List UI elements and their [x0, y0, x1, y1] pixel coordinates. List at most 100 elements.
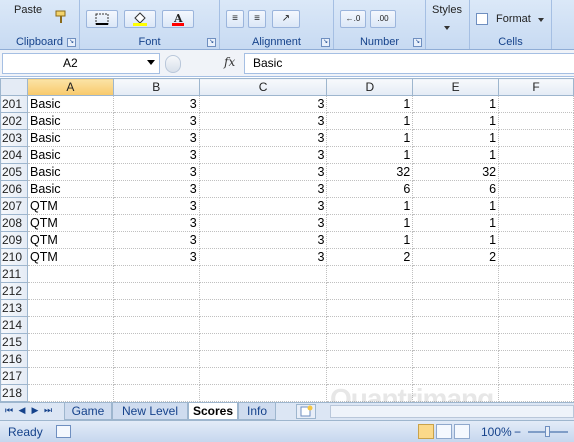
styles-button[interactable]: Styles — [432, 4, 462, 16]
cell-b[interactable]: 3 — [113, 112, 200, 130]
cell-e[interactable]: 1 — [412, 214, 500, 232]
last-sheet-icon[interactable]: ⏭ — [42, 405, 54, 416]
cell-e[interactable] — [412, 350, 500, 368]
cell-a[interactable] — [27, 384, 114, 402]
cell-c[interactable] — [199, 299, 328, 317]
cell-b[interactable]: 3 — [113, 214, 200, 232]
format-painter-icon[interactable] — [54, 10, 68, 24]
column-header-e[interactable]: E — [412, 78, 500, 96]
cell-d[interactable] — [326, 299, 414, 317]
formula-input[interactable]: Basic — [244, 53, 574, 74]
cell-e[interactable]: 1 — [412, 231, 500, 249]
cell-f[interactable] — [498, 146, 574, 164]
cell-f[interactable] — [498, 112, 574, 130]
cell-b[interactable] — [113, 367, 200, 385]
sheet-tab-new-level[interactable]: New Level — [112, 403, 188, 420]
format-button[interactable]: Format — [496, 13, 531, 25]
cell-a[interactable]: Basic — [27, 146, 114, 164]
cell-d[interactable]: 1 — [326, 112, 414, 130]
cell-f[interactable] — [498, 180, 574, 198]
row-header[interactable]: 216 — [0, 350, 28, 368]
cell-c[interactable] — [199, 350, 328, 368]
cell-e[interactable]: 1 — [412, 112, 500, 130]
cell-a[interactable]: Basic — [27, 95, 114, 113]
cell-f[interactable] — [498, 197, 574, 215]
increase-decimal-button[interactable]: ←.0 — [340, 10, 366, 28]
row-header[interactable]: 217 — [0, 367, 28, 385]
column-header-a[interactable]: A — [26, 78, 114, 96]
column-header-b[interactable]: B — [112, 78, 200, 96]
column-header-c[interactable]: C — [198, 78, 328, 96]
prev-sheet-icon[interactable]: ◀ — [16, 405, 28, 416]
cell-f[interactable] — [498, 367, 574, 385]
cell-a[interactable] — [27, 333, 114, 351]
cell-c[interactable]: 3 — [199, 146, 328, 164]
cell-e[interactable]: 1 — [412, 197, 500, 215]
cell-a[interactable]: QTM — [27, 231, 114, 249]
cell-c[interactable]: 3 — [199, 180, 328, 198]
formula-bar-resize-handle[interactable] — [165, 55, 181, 73]
cell-b[interactable]: 3 — [113, 248, 200, 266]
sheet-tab-scores[interactable]: Scores — [188, 403, 238, 420]
clipboard-launcher-icon[interactable]: ↘ — [67, 38, 76, 47]
cell-e[interactable]: 32 — [412, 163, 500, 181]
select-all-button[interactable] — [0, 78, 28, 96]
cell-f[interactable] — [498, 214, 574, 232]
cell-d[interactable] — [326, 333, 414, 351]
sheet-tab-info[interactable]: Info — [238, 403, 276, 420]
cell-b[interactable]: 3 — [113, 197, 200, 215]
decrease-decimal-button[interactable]: .00 — [370, 10, 396, 28]
alignment-launcher-icon[interactable]: ↘ — [321, 38, 330, 47]
cell-e[interactable]: 2 — [412, 248, 500, 266]
cell-a[interactable] — [27, 350, 114, 368]
cell-d[interactable]: 1 — [326, 231, 414, 249]
zoom-slider-thumb[interactable] — [545, 426, 550, 437]
cell-c[interactable] — [199, 333, 328, 351]
cell-f[interactable] — [498, 316, 574, 334]
cell-a[interactable]: QTM — [27, 248, 114, 266]
row-header[interactable]: 207 — [0, 197, 28, 215]
cell-f[interactable] — [498, 265, 574, 283]
styles-dropdown-icon[interactable] — [444, 26, 450, 30]
cell-b[interactable] — [113, 282, 200, 300]
cell-f[interactable] — [498, 333, 574, 351]
cell-a[interactable] — [27, 367, 114, 385]
fill-color-button[interactable] — [124, 10, 156, 28]
number-launcher-icon[interactable]: ↘ — [413, 38, 422, 47]
zoom-level[interactable]: 100% — [481, 425, 512, 439]
row-header[interactable]: 213 — [0, 299, 28, 317]
insert-function-icon[interactable]: fx — [224, 55, 235, 69]
cell-c[interactable]: 3 — [199, 214, 328, 232]
font-launcher-icon[interactable]: ↘ — [207, 38, 216, 47]
cell-d[interactable] — [326, 282, 414, 300]
cell-f[interactable] — [498, 231, 574, 249]
cell-f[interactable] — [498, 163, 574, 181]
orientation-button[interactable]: ↗ — [272, 10, 300, 28]
cell-b[interactable]: 3 — [113, 129, 200, 147]
cell-d[interactable]: 1 — [326, 197, 414, 215]
first-sheet-icon[interactable]: ⏮ — [3, 405, 15, 416]
macro-record-icon[interactable] — [56, 425, 71, 438]
cell-c[interactable] — [199, 265, 328, 283]
cell-d[interactable] — [326, 350, 414, 368]
cell-c[interactable]: 3 — [199, 112, 328, 130]
row-header[interactable]: 201 — [0, 95, 28, 113]
column-header-f[interactable]: F — [498, 78, 574, 96]
align-center-button[interactable]: ≡ — [248, 10, 266, 28]
row-header[interactable]: 218 — [0, 384, 28, 402]
cell-c[interactable] — [199, 282, 328, 300]
cell-b[interactable] — [113, 333, 200, 351]
cell-a[interactable] — [27, 282, 114, 300]
cell-c[interactable] — [199, 316, 328, 334]
row-header[interactable]: 210 — [0, 248, 28, 266]
cell-e[interactable]: 1 — [412, 95, 500, 113]
cell-d[interactable]: 1 — [326, 146, 414, 164]
cell-f[interactable] — [498, 129, 574, 147]
format-dropdown-icon[interactable] — [538, 18, 544, 22]
cell-b[interactable]: 3 — [113, 163, 200, 181]
cell-a[interactable]: Basic — [27, 129, 114, 147]
cell-e[interactable]: 1 — [412, 129, 500, 147]
cell-e[interactable] — [412, 367, 500, 385]
cell-a[interactable]: Basic — [27, 112, 114, 130]
font-color-button[interactable]: A — [162, 10, 194, 28]
